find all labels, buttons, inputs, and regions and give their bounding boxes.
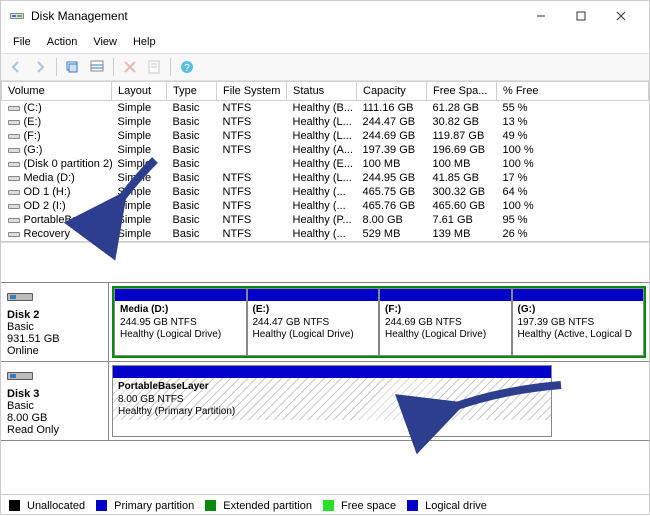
table-row[interactable]: (F:)SimpleBasicNTFSHealthy (L...244.69 G…	[2, 129, 649, 143]
extended-partition: Media (D:)244.95 GB NTFSHealthy (Logical…	[112, 286, 646, 358]
volume-table: Volume Layout Type File System Status Ca…	[1, 81, 649, 241]
menu-file[interactable]: File	[5, 34, 39, 50]
volume-icon	[8, 201, 20, 211]
disk3-title: Disk 3	[7, 388, 102, 400]
maximize-button[interactable]	[561, 1, 601, 31]
table-row[interactable]: (C:)SimpleBasicNTFSHealthy (B...111.16 G…	[2, 101, 649, 116]
svg-text:?: ?	[184, 63, 190, 74]
table-row[interactable]: (Disk 0 partition 2)SimpleBasicHealthy (…	[2, 157, 649, 171]
table-row[interactable]: (E:)SimpleBasicNTFSHealthy (L...244.47 G…	[2, 115, 649, 129]
toolbar: ?	[1, 53, 649, 81]
col-capacity[interactable]: Capacity	[357, 82, 427, 101]
legend-extended: Extended partition	[223, 500, 312, 512]
partition-d[interactable]: Media (D:)244.95 GB NTFSHealthy (Logical…	[114, 288, 247, 356]
volume-icon	[8, 173, 20, 183]
rescan-button[interactable]	[86, 56, 108, 78]
partition-portablebaselayer[interactable]: PortableBaseLayer8.00 GB NTFSHealthy (Pr…	[112, 365, 552, 437]
disk-icon	[7, 366, 37, 386]
table-row[interactable]: (G:)SimpleBasicNTFSHealthy (A...197.39 G…	[2, 143, 649, 157]
disk2-type: Basic	[7, 321, 102, 333]
volume-icon	[8, 159, 20, 169]
partition-f[interactable]: (F:)244.69 GB NTFSHealthy (Logical Drive…	[379, 288, 512, 356]
disk3-status: Read Only	[7, 424, 102, 436]
volume-icon	[8, 215, 20, 225]
disk3-type: Basic	[7, 400, 102, 412]
disk-row-3[interactable]: Disk 3 Basic 8.00 GB Read Only PortableB…	[1, 362, 649, 441]
table-row[interactable]: OD 2 (I:)SimpleBasicNTFSHealthy (...465.…	[2, 199, 649, 213]
col-type[interactable]: Type	[167, 82, 217, 101]
volume-icon	[8, 117, 20, 127]
col-layout[interactable]: Layout	[112, 82, 167, 101]
disk2-status: Online	[7, 345, 102, 357]
table-gap	[1, 242, 649, 282]
menu-action[interactable]: Action	[39, 34, 86, 50]
minimize-button[interactable]	[521, 1, 561, 31]
window-title: Disk Management	[31, 9, 521, 23]
volume-icon	[8, 131, 20, 141]
volume-icon	[8, 187, 20, 197]
col-status[interactable]: Status	[287, 82, 357, 101]
disk-row-2[interactable]: Disk 2 Basic 931.51 GB Online Media (D:)…	[1, 283, 649, 362]
partition-g[interactable]: (G:)197.39 GB NTFSHealthy (Active, Logic…	[512, 288, 645, 356]
properties-button[interactable]	[143, 56, 165, 78]
refresh-button[interactable]	[62, 56, 84, 78]
disk-icon	[7, 287, 37, 307]
volume-icon	[8, 103, 20, 113]
legend: Unallocated Primary partition Extended p…	[1, 494, 649, 516]
legend-logical: Logical drive	[425, 500, 487, 512]
menu-view[interactable]: View	[85, 34, 125, 50]
graphical-view: Disk 2 Basic 931.51 GB Online Media (D:)…	[1, 282, 649, 441]
table-row[interactable]: Media (D:)SimpleBasicNTFSHealthy (L...24…	[2, 171, 649, 185]
disk2-size: 931.51 GB	[7, 333, 102, 345]
legend-primary: Primary partition	[114, 500, 194, 512]
app-icon	[9, 8, 25, 24]
menu-help[interactable]: Help	[125, 34, 164, 50]
title-bar: Disk Management	[1, 1, 649, 31]
partition-e[interactable]: (E:)244.47 GB NTFSHealthy (Logical Drive…	[247, 288, 380, 356]
table-row[interactable]: PortableBaseLayerSimpleBasicNTFSHealthy …	[2, 213, 649, 227]
col-fs[interactable]: File System	[217, 82, 287, 101]
help-button[interactable]: ?	[176, 56, 198, 78]
close-button[interactable]	[601, 1, 641, 31]
disk2-title: Disk 2	[7, 309, 102, 321]
disk3-size: 8.00 GB	[7, 412, 102, 424]
menu-bar: File Action View Help	[1, 31, 649, 53]
delete-button[interactable]	[119, 56, 141, 78]
col-volume[interactable]: Volume	[2, 82, 112, 101]
table-row[interactable]: OD 1 (H:)SimpleBasicNTFSHealthy (...465.…	[2, 185, 649, 199]
col-pct[interactable]: % Free	[497, 82, 649, 101]
forward-button[interactable]	[29, 56, 51, 78]
legend-unallocated: Unallocated	[27, 500, 85, 512]
back-button[interactable]	[5, 56, 27, 78]
legend-free: Free space	[341, 500, 396, 512]
table-row[interactable]: RecoverySimpleBasicNTFSHealthy (...529 M…	[2, 227, 649, 241]
col-free[interactable]: Free Spa...	[427, 82, 497, 101]
volume-icon	[8, 229, 20, 239]
volume-icon	[8, 145, 20, 155]
